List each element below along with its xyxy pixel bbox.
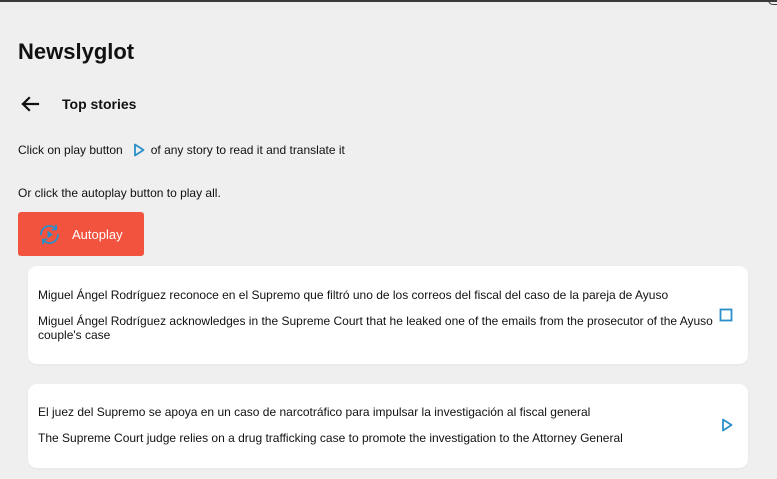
story-card: El juez del Supremo se apoya en un caso …: [28, 384, 748, 468]
instruction-text-after: of any story to read it and translate it: [150, 143, 345, 157]
autoplay-label: Autoplay: [72, 226, 123, 242]
story-translation-text: The Supreme Court judge relies on a drug…: [38, 431, 623, 445]
play-icon: [133, 143, 145, 157]
story-translation-text: Miguel Ángel Rodríguez acknowledges in t…: [38, 314, 713, 342]
app-title: Newslyglot: [18, 39, 135, 64]
instruction-text-before: Click on play button: [18, 143, 123, 157]
story-play-button[interactable]: [719, 417, 735, 433]
window-top-border: [0, 0, 777, 2]
arrow-left-icon: [21, 96, 40, 112]
autoplay-cycle-icon: [37, 222, 62, 247]
instruction-autoplay: Or click the autoplay button to play all…: [18, 186, 221, 200]
window-corner: [768, 0, 777, 5]
page-title: Top stories: [62, 96, 137, 112]
instruction-play: Click on play button of any story to rea…: [18, 142, 345, 158]
story-original-text: El juez del Supremo se apoya en un caso …: [38, 405, 591, 419]
autoplay-button[interactable]: Autoplay: [18, 212, 144, 256]
back-button[interactable]: [16, 92, 44, 116]
play-icon: [722, 418, 733, 432]
story-original-text: Miguel Ángel Rodríguez reconoce en el Su…: [38, 288, 669, 302]
stop-icon: [719, 308, 733, 322]
story-card: Miguel Ángel Rodríguez reconoce en el Su…: [28, 266, 748, 364]
story-stop-button[interactable]: [718, 307, 734, 323]
